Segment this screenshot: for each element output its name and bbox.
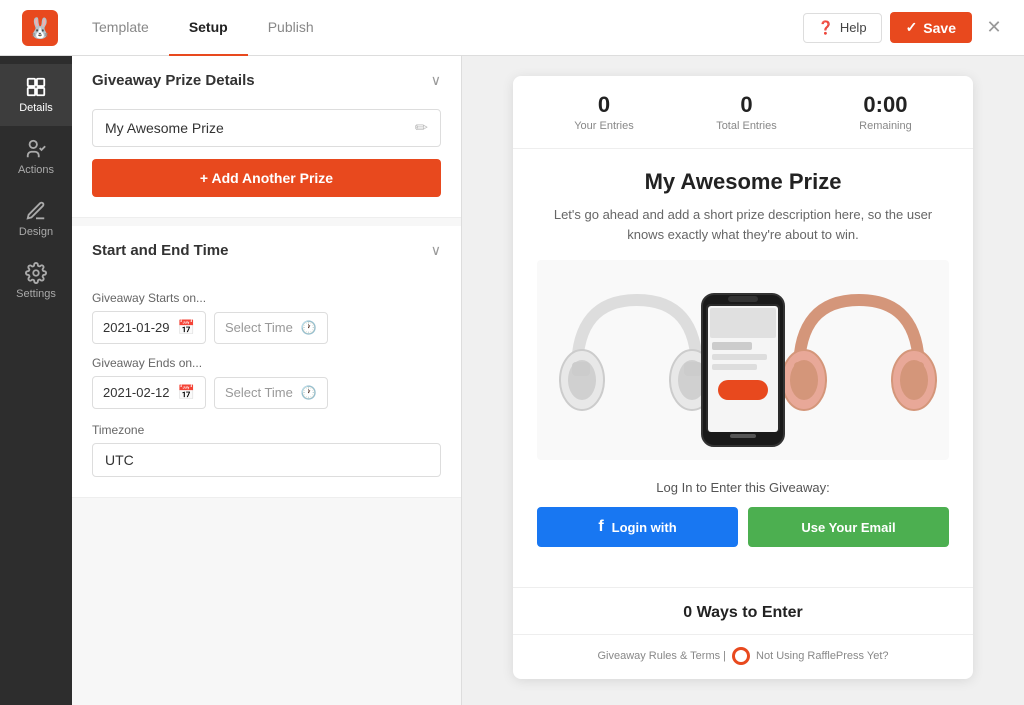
prize-section-body: ✏ + Add Another Prize — [72, 105, 461, 217]
start-time-select[interactable]: Select Time 🕐 — [214, 312, 328, 344]
total-entries-value: 0 — [716, 92, 777, 118]
footer-logo-icon — [732, 647, 750, 665]
details-icon — [25, 76, 47, 98]
design-label: Design — [19, 226, 53, 238]
prize-chevron-icon: ∨ — [431, 72, 441, 89]
prize-input-row: ✏ — [92, 109, 441, 147]
end-time-placeholder: Select Time — [225, 385, 293, 400]
timezone-input[interactable] — [92, 443, 441, 477]
preview-stats: 0 Your Entries 0 Total Entries 0:00 Rema… — [513, 76, 973, 149]
footer-rules-text: Giveaway Rules & Terms | — [597, 650, 726, 662]
help-button[interactable]: ❓ Help — [803, 13, 882, 43]
tab-publish[interactable]: Publish — [248, 0, 334, 56]
start-calendar-icon: 📅 — [178, 319, 195, 336]
help-label: Help — [840, 20, 867, 35]
footer-not-using-text: Not Using RafflePress Yet? — [756, 650, 888, 662]
email-login-button[interactable]: Use Your Email — [748, 507, 949, 547]
your-entries-stat: 0 Your Entries — [574, 92, 634, 132]
facebook-icon: f — [598, 518, 603, 536]
prize-section: Giveaway Prize Details ∨ ✏ + Add Another… — [72, 56, 461, 218]
total-entries-stat: 0 Total Entries — [716, 92, 777, 132]
headphones-left-image — [557, 280, 717, 450]
preview-card: 0 Your Entries 0 Total Entries 0:00 Rema… — [513, 76, 973, 679]
svg-text:🐰: 🐰 — [28, 16, 53, 40]
start-date-input[interactable]: 2021-01-29 📅 — [92, 311, 206, 344]
actions-label: Actions — [18, 164, 54, 176]
start-clock-icon: 🕐 — [301, 320, 317, 336]
starts-label: Giveaway Starts on... — [92, 291, 441, 305]
start-datetime-row: 2021-01-29 📅 Select Time 🕐 — [92, 311, 441, 344]
close-button[interactable]: ✕ — [980, 14, 1008, 42]
timezone-label: Timezone — [92, 423, 441, 437]
time-chevron-icon: ∨ — [431, 242, 441, 259]
add-prize-button[interactable]: + Add Another Prize — [92, 159, 441, 197]
tab-setup[interactable]: Setup — [169, 0, 248, 56]
remaining-label: Remaining — [859, 120, 912, 132]
sidebar-item-design[interactable]: Design — [0, 188, 72, 250]
sidebar-item-actions[interactable]: Actions — [0, 126, 72, 188]
sidebar-item-settings[interactable]: Settings — [0, 250, 72, 312]
end-date-value: 2021-02-12 — [103, 385, 170, 400]
tab-template[interactable]: Template — [72, 0, 169, 56]
preview-body: My Awesome Prize Let's go ahead and add … — [513, 149, 973, 587]
time-section-body: Giveaway Starts on... 2021-01-29 📅 Selec… — [72, 275, 461, 497]
login-label: Log In to Enter this Giveaway: — [537, 480, 949, 495]
end-calendar-icon: 📅 — [178, 384, 195, 401]
start-time-placeholder: Select Time — [225, 320, 293, 335]
end-datetime-row: 2021-02-12 📅 Select Time 🕐 — [92, 376, 441, 409]
total-entries-label: Total Entries — [716, 120, 777, 132]
checkmark-icon: ✓ — [906, 19, 918, 36]
fb-btn-label: Login with — [612, 520, 677, 535]
end-clock-icon: 🕐 — [301, 385, 317, 401]
help-icon: ❓ — [818, 20, 834, 36]
left-panel: Giveaway Prize Details ∨ ✏ + Add Another… — [72, 56, 462, 705]
preview-prize-description: Let's go ahead and add a short prize des… — [537, 205, 949, 244]
your-entries-value: 0 — [574, 92, 634, 118]
ways-to-enter-title: 0 Ways to Enter — [513, 588, 973, 634]
ends-label: Giveaway Ends on... — [92, 356, 441, 370]
end-time-select[interactable]: Select Time 🕐 — [214, 377, 328, 409]
details-label: Details — [19, 102, 53, 114]
phone-center-image — [698, 290, 788, 450]
facebook-login-button[interactable]: f Login with — [537, 507, 738, 547]
preview-prize-title: My Awesome Prize — [537, 169, 949, 195]
preview-image-area — [537, 260, 949, 460]
login-buttons-row: f Login with Use Your Email — [537, 507, 949, 547]
design-icon — [25, 200, 47, 222]
remaining-stat: 0:00 Remaining — [859, 92, 912, 132]
sidebar-item-details[interactable]: Details — [0, 64, 72, 126]
preview-footer: Giveaway Rules & Terms | Not Using Raffl… — [513, 634, 973, 679]
actions-icon — [25, 138, 47, 160]
time-section-header[interactable]: Start and End Time ∨ — [72, 226, 461, 275]
sidebar: Details Actions Design Settings — [0, 56, 72, 705]
settings-label: Settings — [16, 288, 56, 300]
headphones-right-image — [779, 280, 939, 450]
prize-section-header[interactable]: Giveaway Prize Details ∨ — [72, 56, 461, 105]
your-entries-label: Your Entries — [574, 120, 634, 132]
start-date-value: 2021-01-29 — [103, 320, 170, 335]
prize-section-title: Giveaway Prize Details — [92, 72, 255, 89]
save-button[interactable]: ✓ Save — [890, 12, 972, 43]
preview-area: 0 Your Entries 0 Total Entries 0:00 Rema… — [462, 56, 1024, 705]
settings-icon — [25, 262, 47, 284]
time-section-title: Start and End Time — [92, 242, 228, 259]
end-date-input[interactable]: 2021-02-12 📅 — [92, 376, 206, 409]
save-label: Save — [923, 20, 956, 36]
logo: 🐰 — [16, 0, 64, 56]
remaining-value: 0:00 — [859, 92, 912, 118]
add-prize-label: + Add Another Prize — [200, 170, 333, 186]
time-section: Start and End Time ∨ Giveaway Starts on.… — [72, 226, 461, 498]
edit-icon[interactable]: ✏ — [415, 118, 428, 138]
prize-name-input[interactable] — [105, 120, 415, 136]
